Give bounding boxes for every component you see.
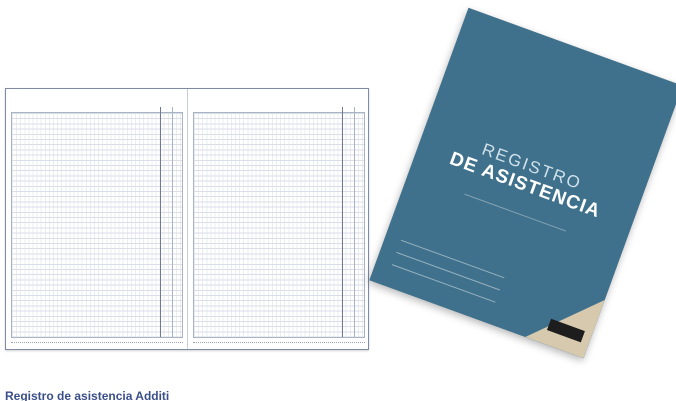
page-footer-right	[193, 342, 365, 345]
attendance-grid-right	[193, 107, 365, 338]
cover-corner-pattern	[525, 278, 605, 359]
register-left-page	[6, 89, 187, 349]
register-cover: REGISTRO DE ASISTENCIA	[369, 7, 676, 359]
product-photo: REGISTRO DE ASISTENCIA Registro de asist…	[0, 0, 676, 401]
cover-name-fields	[391, 231, 508, 305]
page-footer-left	[11, 342, 183, 345]
open-register-spread	[5, 88, 369, 350]
product-caption: Registro de asistencia Additi	[5, 389, 170, 401]
attendance-grid-left	[11, 107, 183, 338]
register-right-page	[187, 89, 369, 349]
